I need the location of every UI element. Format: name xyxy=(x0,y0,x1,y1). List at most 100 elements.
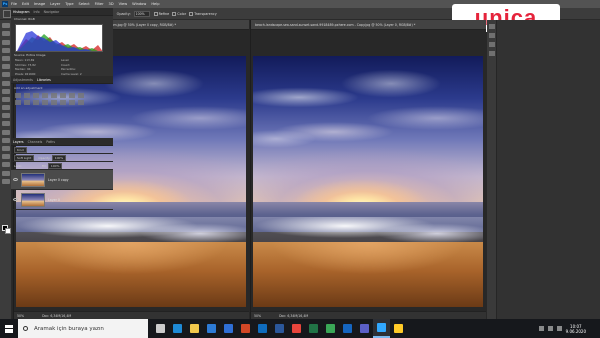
document-tab-right[interactable]: beach-landscape-sea-sand-sunset-sand-991… xyxy=(251,20,486,30)
menu-type[interactable]: Type xyxy=(65,2,73,6)
visibility-eye-icon[interactable] xyxy=(13,198,18,201)
taskbar-app-task-view[interactable] xyxy=(152,319,169,338)
photoshop-icon xyxy=(377,323,386,332)
taskbar-app-excel[interactable] xyxy=(305,319,322,338)
photo-filter-icon[interactable] xyxy=(15,100,21,105)
layer-row-copy[interactable]: Layer 0 copy xyxy=(11,170,113,190)
shape-tool-icon[interactable] xyxy=(2,162,10,168)
tab-paths[interactable]: Paths xyxy=(46,140,55,144)
taskbar-app-zalo[interactable] xyxy=(339,319,356,338)
taskbar-app-powerpoint[interactable] xyxy=(237,319,254,338)
taskbar-app-store[interactable] xyxy=(203,319,220,338)
zoom-tool-icon[interactable] xyxy=(2,178,10,184)
lasso-tool-icon[interactable] xyxy=(2,39,10,45)
taskbar-app-teams[interactable] xyxy=(356,319,373,338)
selective-color-icon[interactable] xyxy=(78,100,84,105)
crop-tool-icon[interactable] xyxy=(2,55,10,61)
menu-3d[interactable]: 3D xyxy=(109,2,114,6)
image-canvas-right[interactable] xyxy=(253,56,483,307)
taskbar-app-mail[interactable] xyxy=(220,319,237,338)
gradient-tool-icon[interactable] xyxy=(2,113,10,119)
path-select-tool-icon[interactable] xyxy=(2,154,10,160)
tab-layers[interactable]: Layers xyxy=(13,140,24,144)
zoom-level[interactable]: 50% xyxy=(254,314,261,318)
menu-help[interactable]: Help xyxy=(151,2,159,6)
vibrance-icon[interactable] xyxy=(51,93,57,98)
quick-select-tool-icon[interactable] xyxy=(2,47,10,53)
taskbar-clock[interactable]: 10:07 9.06.2020 xyxy=(566,324,586,334)
layer-opacity-input[interactable]: 100% xyxy=(51,154,67,161)
black-white-icon[interactable] xyxy=(78,93,84,98)
taskbar-app-edge-beta[interactable] xyxy=(322,319,339,338)
taskbar-app-explorer[interactable] xyxy=(390,319,407,338)
taskbar-search[interactable]: Aramak için buraya yazın xyxy=(18,319,148,338)
layer-row-base[interactable]: Layer 0 xyxy=(11,190,113,210)
start-button[interactable] xyxy=(0,319,18,338)
menu-window[interactable]: Window xyxy=(132,2,146,6)
properties-panel-icon[interactable] xyxy=(489,33,495,38)
eyedropper-tool-icon[interactable] xyxy=(2,64,10,70)
threshold-icon[interactable] xyxy=(60,100,66,105)
eraser-tool-icon[interactable] xyxy=(2,105,10,111)
dodge-tool-icon[interactable] xyxy=(2,129,10,135)
kind-filter-select[interactable]: Kind xyxy=(14,146,27,153)
menu-layer[interactable]: Layer xyxy=(50,2,60,6)
blend-mode-select[interactable]: Soft Light xyxy=(14,154,35,161)
exposure-icon[interactable] xyxy=(42,93,48,98)
taskbar-app-outlook[interactable] xyxy=(254,319,271,338)
taskbar-app-word[interactable] xyxy=(271,319,288,338)
tab-histogram[interactable]: Histogram xyxy=(13,10,30,14)
menu-view[interactable]: View xyxy=(119,2,128,6)
brightness-contrast-icon[interactable] xyxy=(15,93,21,98)
gradient-map-icon[interactable] xyxy=(69,100,75,105)
clone-stamp-tool-icon[interactable] xyxy=(2,88,10,94)
network-icon[interactable] xyxy=(538,326,544,331)
posterize-icon[interactable] xyxy=(51,100,57,105)
menu-image[interactable]: Image xyxy=(34,2,45,6)
character-panel-icon[interactable] xyxy=(489,42,495,47)
refine-checkbox[interactable] xyxy=(153,11,158,16)
history-panel-icon[interactable] xyxy=(489,24,495,29)
hue-saturation-icon[interactable] xyxy=(60,93,66,98)
marquee-tool-icon[interactable] xyxy=(2,31,10,37)
marquee-tool-icon[interactable] xyxy=(3,9,11,18)
channel-select[interactable]: RGB xyxy=(28,17,34,21)
visibility-eye-icon[interactable] xyxy=(13,178,18,181)
brush-tool-icon[interactable] xyxy=(2,80,10,86)
taskbar-app-file-explorer[interactable] xyxy=(186,319,203,338)
volume-icon[interactable] xyxy=(547,326,553,331)
menu-select[interactable]: Select xyxy=(79,2,90,6)
history-brush-tool-icon[interactable] xyxy=(2,96,10,102)
tab-info[interactable]: Info xyxy=(34,10,40,14)
fill-input[interactable]: 100% xyxy=(47,162,63,169)
color-checkbox[interactable] xyxy=(172,11,177,16)
menu-file[interactable]: File xyxy=(11,2,17,6)
tab-navigator[interactable]: Navigator xyxy=(44,10,60,14)
invert-icon[interactable] xyxy=(42,100,48,105)
transparency-checkbox[interactable] xyxy=(189,11,194,16)
menu-filter[interactable]: Filter xyxy=(95,2,104,6)
color-balance-icon[interactable] xyxy=(69,93,75,98)
tab-channels[interactable]: Channels xyxy=(28,140,43,144)
zoom-level[interactable]: 50% xyxy=(17,314,24,318)
tab-libraries[interactable]: Libraries xyxy=(37,78,51,82)
curves-icon[interactable] xyxy=(33,93,39,98)
source-select[interactable]: Entire Image xyxy=(26,53,45,57)
blur-tool-icon[interactable] xyxy=(2,121,10,127)
paragraph-panel-icon[interactable] xyxy=(489,51,495,56)
move-tool-icon[interactable] xyxy=(2,23,10,29)
taskbar-app-edge[interactable] xyxy=(169,319,186,338)
channel-mixer-icon[interactable] xyxy=(24,100,30,105)
language-icon[interactable] xyxy=(556,326,562,331)
taskbar-app-chrome[interactable] xyxy=(288,319,305,338)
tab-adjustments[interactable]: Adjustments xyxy=(13,78,33,82)
levels-icon[interactable] xyxy=(24,93,30,98)
pen-tool-icon[interactable] xyxy=(2,137,10,143)
type-tool-icon[interactable] xyxy=(2,146,10,151)
taskbar-app-photoshop[interactable] xyxy=(373,319,390,338)
healing-brush-tool-icon[interactable] xyxy=(2,72,10,78)
color-lookup-icon[interactable] xyxy=(33,100,39,105)
opacity-input[interactable]: 100% xyxy=(133,10,150,17)
hand-tool-icon[interactable] xyxy=(2,170,10,176)
menu-edit[interactable]: Edit xyxy=(22,2,29,6)
